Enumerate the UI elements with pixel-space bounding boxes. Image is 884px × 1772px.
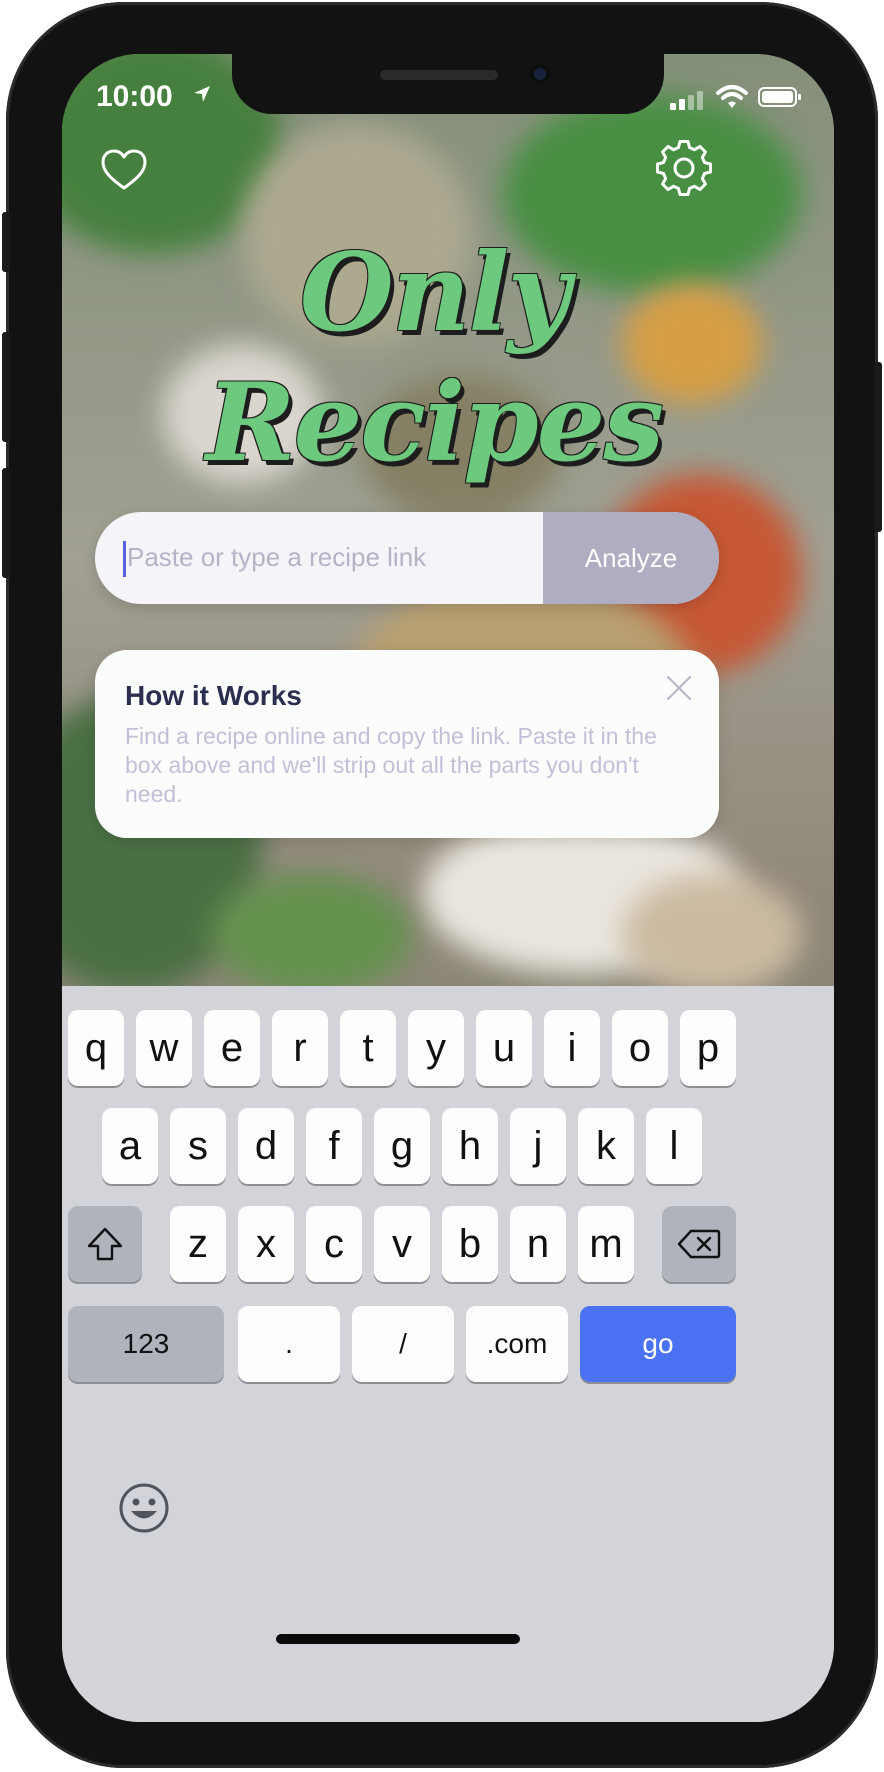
key-q[interactable]: q <box>68 1010 124 1086</box>
key-k[interactable]: k <box>578 1108 634 1184</box>
volume-down-button <box>2 468 10 578</box>
shift-icon <box>87 1227 123 1261</box>
location-arrow-icon <box>194 86 210 102</box>
how-it-works-card: How it Works Find a recipe online and co… <box>95 650 719 838</box>
numbers-key[interactable]: 123 <box>68 1306 224 1382</box>
notch <box>232 54 664 114</box>
mute-switch <box>2 212 10 272</box>
backspace-icon <box>677 1229 721 1259</box>
key-s[interactable]: s <box>170 1108 226 1184</box>
how-it-works-title: How it Works <box>125 680 302 711</box>
key-f[interactable]: f <box>306 1108 362 1184</box>
speaker-grille <box>380 70 498 80</box>
front-camera <box>530 64 550 84</box>
key-o[interactable]: o <box>612 1010 668 1086</box>
side-button <box>874 362 882 532</box>
key-y[interactable]: y <box>408 1010 464 1086</box>
key-i[interactable]: i <box>544 1010 600 1086</box>
emoji-icon[interactable] <box>118 1482 170 1534</box>
key-n[interactable]: n <box>510 1206 566 1282</box>
phone-frame: 10:00 Only Recipes Paste or type a recip… <box>2 2 882 1768</box>
shift-key[interactable] <box>68 1206 142 1282</box>
close-icon[interactable] <box>665 674 693 702</box>
key-e[interactable]: e <box>204 1010 260 1086</box>
dotcom-key[interactable]: .com <box>466 1306 568 1382</box>
favorites-heart-icon[interactable] <box>100 146 148 194</box>
status-time: 10:00 <box>96 80 173 113</box>
key-a[interactable]: a <box>102 1108 158 1184</box>
analyze-button[interactable]: Analyze <box>543 512 719 604</box>
backspace-key[interactable] <box>662 1206 736 1282</box>
screen: 10:00 Only Recipes Paste or type a recip… <box>62 54 834 1722</box>
wifi-icon <box>716 85 748 108</box>
key-b[interactable]: b <box>442 1206 498 1282</box>
key-r[interactable]: r <box>272 1010 328 1086</box>
go-key[interactable]: go <box>580 1306 736 1382</box>
how-it-works-body: Find a recipe online and copy the link. … <box>125 723 657 807</box>
key-u[interactable]: u <box>476 1010 532 1086</box>
battery-icon <box>758 87 801 107</box>
key-w[interactable]: w <box>136 1010 192 1086</box>
slash-key[interactable]: / <box>352 1306 454 1382</box>
key-m[interactable]: m <box>578 1206 634 1282</box>
settings-gear-icon[interactable] <box>656 140 712 196</box>
key-g[interactable]: g <box>374 1108 430 1184</box>
key-c[interactable]: c <box>306 1206 362 1282</box>
text-caret <box>123 541 126 577</box>
key-x[interactable]: x <box>238 1206 294 1282</box>
key-v[interactable]: v <box>374 1206 430 1282</box>
key-h[interactable]: h <box>442 1108 498 1184</box>
app-logo: Only Recipes <box>205 230 664 486</box>
key-z[interactable]: z <box>170 1206 226 1282</box>
search-bar: Paste or type a recipe link Analyze <box>95 512 719 604</box>
signal-icon <box>670 91 703 110</box>
recipe-link-input[interactable]: Paste or type a recipe link <box>95 512 543 604</box>
key-p[interactable]: p <box>680 1010 736 1086</box>
key-d[interactable]: d <box>238 1108 294 1184</box>
key-t[interactable]: t <box>340 1010 396 1086</box>
search-placeholder: Paste or type a recipe link <box>127 542 427 572</box>
key-l[interactable]: l <box>646 1108 702 1184</box>
home-indicator <box>276 1634 520 1644</box>
keyboard: q w e r t y u i o p a s d f g h j k l z … <box>62 986 834 1722</box>
key-j[interactable]: j <box>510 1108 566 1184</box>
dot-key[interactable]: . <box>238 1306 340 1382</box>
volume-up-button <box>2 332 10 442</box>
